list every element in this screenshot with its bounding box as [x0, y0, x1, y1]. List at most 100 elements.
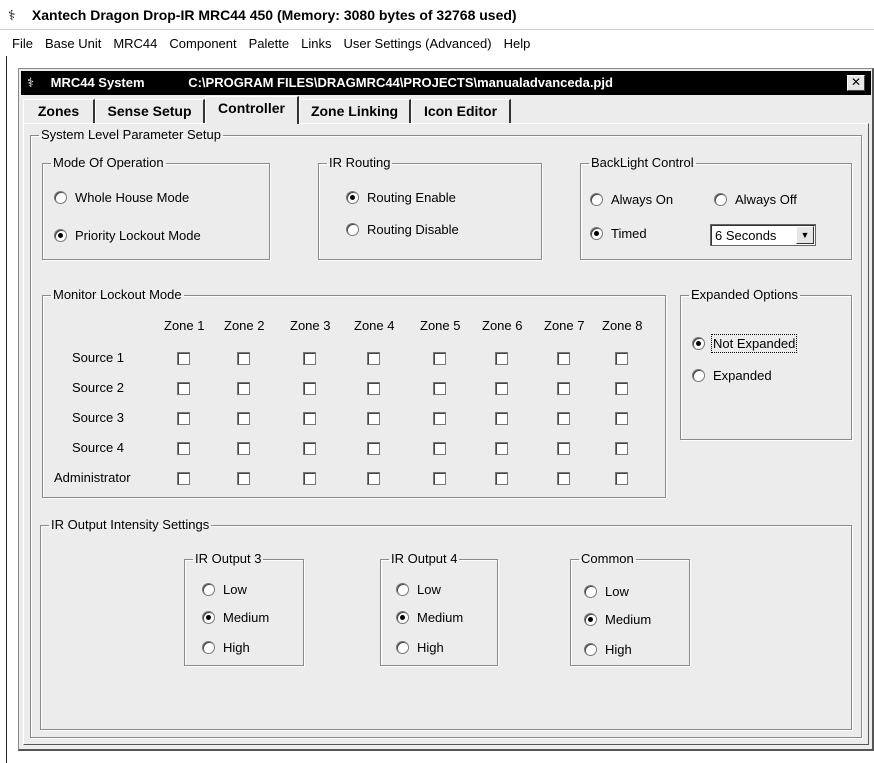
lockout-checkbox[interactable] — [433, 382, 446, 395]
radio-routing-disable[interactable]: Routing Disable — [346, 222, 459, 237]
lockout-checkbox[interactable] — [237, 352, 250, 365]
ir-routing-label: IR Routing — [329, 155, 391, 170]
lockout-checkbox[interactable] — [177, 382, 190, 395]
radio-label: Not Expanded — [710, 334, 798, 353]
lockout-checkbox[interactable] — [237, 442, 250, 455]
menu-user-settings[interactable]: User Settings (Advanced) — [337, 36, 497, 51]
chevron-down-icon[interactable]: ▼ — [796, 226, 814, 244]
radio-label: High — [605, 642, 632, 657]
radio-priority-lockout-mode[interactable]: Priority Lockout Mode — [54, 228, 201, 243]
radio-always-off[interactable]: Always Off — [714, 192, 797, 207]
zone-header: Zone 2 — [224, 318, 265, 333]
lockout-checkbox[interactable] — [237, 382, 250, 395]
lockout-checkbox[interactable] — [615, 412, 628, 425]
tab-sense-setup[interactable]: Sense Setup — [95, 99, 205, 123]
lockout-checkbox[interactable] — [303, 352, 316, 365]
lockout-checkbox[interactable] — [367, 472, 380, 485]
lockout-checkbox[interactable] — [557, 442, 570, 455]
zone-header: Zone 8 — [602, 318, 643, 333]
lockout-checkbox[interactable] — [557, 352, 570, 365]
lockout-checkbox[interactable] — [367, 352, 380, 365]
menu-base-unit[interactable]: Base Unit — [39, 36, 107, 51]
lockout-checkbox[interactable] — [303, 472, 316, 485]
tab-controller[interactable]: Controller — [205, 96, 299, 124]
lockout-checkbox[interactable] — [237, 412, 250, 425]
lockout-checkbox[interactable] — [367, 382, 380, 395]
ir-routing-group: IR Routing — [318, 156, 542, 260]
lockout-checkbox[interactable] — [615, 472, 628, 485]
backlight-timeout-select[interactable]: 6 Seconds ▼ — [710, 224, 816, 246]
lockout-checkbox[interactable] — [495, 352, 508, 365]
ir-output-intensity-label: IR Output Intensity Settings — [51, 517, 210, 532]
lockout-checkbox[interactable] — [495, 382, 508, 395]
lockout-checkbox[interactable] — [303, 382, 316, 395]
lockout-checkbox[interactable] — [433, 472, 446, 485]
radio-always-on[interactable]: Always On — [590, 192, 673, 207]
radio-common-high[interactable]: High — [584, 642, 632, 657]
zone-header: Zone 4 — [354, 318, 395, 333]
radio-button-icon — [346, 223, 359, 236]
tab-icon-editor[interactable]: Icon Editor — [411, 99, 511, 123]
lockout-checkbox[interactable] — [177, 472, 190, 485]
radio-button-selected-icon — [346, 191, 359, 204]
radio-label: Always On — [611, 192, 674, 207]
radio-label: Low — [605, 584, 629, 599]
lockout-checkbox[interactable] — [237, 472, 250, 485]
radio-label: Medium — [223, 610, 270, 625]
lockout-checkbox[interactable] — [495, 412, 508, 425]
radio-button-icon — [54, 191, 67, 204]
radio-ir3-low[interactable]: Low — [202, 582, 247, 597]
radio-label: Low — [417, 582, 441, 597]
lockout-checkbox[interactable] — [557, 412, 570, 425]
radio-timed[interactable]: Timed — [590, 226, 647, 241]
lockout-checkbox[interactable] — [177, 412, 190, 425]
radio-common-medium[interactable]: Medium — [584, 612, 651, 627]
menu-links[interactable]: Links — [295, 36, 337, 51]
tab-zone-linking[interactable]: Zone Linking — [299, 99, 411, 123]
source-row-label: Source 1 — [72, 350, 125, 365]
lockout-checkbox[interactable] — [495, 442, 508, 455]
lockout-checkbox[interactable] — [615, 352, 628, 365]
lockout-checkbox[interactable] — [433, 442, 446, 455]
lockout-checkbox[interactable] — [495, 472, 508, 485]
radio-not-expanded[interactable]: Not Expanded — [692, 334, 798, 353]
radio-ir3-medium[interactable]: Medium — [202, 610, 269, 625]
radio-ir4-high[interactable]: High — [396, 640, 444, 655]
lockout-checkbox[interactable] — [177, 442, 190, 455]
source-row-label: Source 2 — [72, 380, 125, 395]
lockout-checkbox[interactable] — [367, 412, 380, 425]
lockout-checkbox[interactable] — [557, 382, 570, 395]
lockout-checkbox[interactable] — [303, 442, 316, 455]
lockout-checkbox[interactable] — [303, 412, 316, 425]
menu-component[interactable]: Component — [163, 36, 242, 51]
radio-whole-house-mode[interactable]: Whole House Mode — [54, 190, 189, 205]
menu-file[interactable]: File — [6, 36, 39, 51]
radio-routing-enable[interactable]: Routing Enable — [346, 190, 456, 205]
lockout-checkbox[interactable] — [433, 352, 446, 365]
radio-ir4-medium[interactable]: Medium — [396, 610, 463, 625]
lockout-checkbox[interactable] — [615, 382, 628, 395]
menu-mrc44[interactable]: MRC44 — [107, 36, 163, 51]
mrc44-system-window: ⚕ MRC44 System C:\PROGRAM FILES\DRAGMRC4… — [18, 68, 874, 751]
lockout-checkbox[interactable] — [557, 472, 570, 485]
lockout-checkbox[interactable] — [615, 442, 628, 455]
app-title: Xantech Dragon Drop-IR MRC44 450 (Memory… — [31, 7, 517, 23]
radio-ir3-high[interactable]: High — [202, 640, 250, 655]
monitor-lockout-label: Monitor Lockout Mode — [53, 287, 182, 302]
lockout-checkbox[interactable] — [177, 352, 190, 365]
radio-button-selected-icon — [54, 229, 67, 242]
radio-ir4-low[interactable]: Low — [396, 582, 441, 597]
controller-tab-panel: System Level Parameter Setup Mode Of Ope… — [23, 123, 869, 745]
radio-expanded[interactable]: Expanded — [692, 368, 772, 383]
zone-header: Zone 6 — [482, 318, 523, 333]
close-button[interactable]: ✕ — [847, 75, 865, 91]
lockout-checkbox[interactable] — [433, 412, 446, 425]
lockout-checkbox[interactable] — [367, 442, 380, 455]
radio-common-low[interactable]: Low — [584, 584, 629, 599]
close-icon: ✕ — [850, 75, 862, 89]
menu-palette[interactable]: Palette — [243, 36, 295, 51]
xantech-logo-icon: ⚕ — [27, 75, 35, 90]
zone-header: Zone 3 — [290, 318, 331, 333]
menu-help[interactable]: Help — [498, 36, 537, 51]
tab-zones[interactable]: Zones — [23, 99, 95, 123]
